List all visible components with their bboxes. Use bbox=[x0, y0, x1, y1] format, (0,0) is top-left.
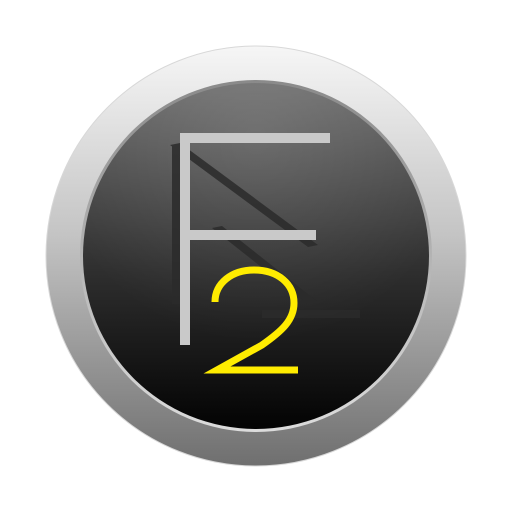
f2-app-icon-graphic bbox=[45, 45, 467, 467]
f2-app-icon bbox=[0, 0, 512, 512]
